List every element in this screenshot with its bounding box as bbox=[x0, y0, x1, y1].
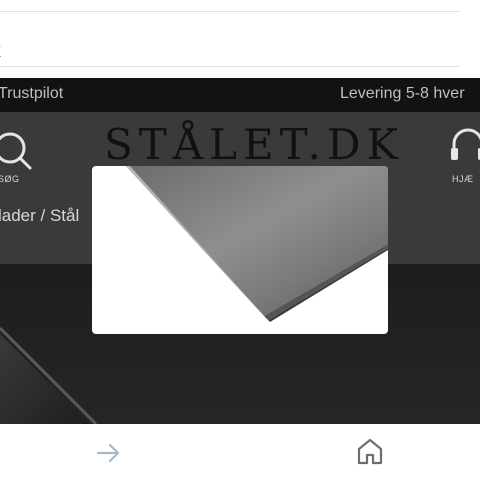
help-button[interactable] bbox=[446, 122, 480, 196]
search-icon bbox=[0, 132, 32, 170]
forward-button[interactable] bbox=[96, 440, 122, 466]
home-icon bbox=[357, 438, 383, 465]
top-info-bar: Trustpilot Levering 5-8 hver bbox=[0, 78, 480, 112]
headset-icon bbox=[451, 128, 480, 160]
url-field[interactable]: k bbox=[0, 11, 460, 67]
trustpilot-link[interactable]: Trustpilot bbox=[0, 85, 63, 103]
search-label: SØG bbox=[0, 174, 20, 184]
image-modal[interactable] bbox=[92, 166, 388, 334]
home-button[interactable] bbox=[355, 436, 385, 466]
steel-plate-image bbox=[126, 166, 388, 322]
arrow-right-icon bbox=[96, 443, 120, 463]
delivery-info: Levering 5-8 hver bbox=[340, 85, 465, 102]
address-bar: k bbox=[0, 0, 480, 78]
site-logo[interactable]: STÅLET.DK bbox=[104, 120, 404, 169]
browser-bottom-bar bbox=[0, 424, 480, 480]
search-button[interactable] bbox=[0, 128, 38, 198]
breadcrumb[interactable]: lader / Stål bbox=[0, 206, 79, 226]
help-label: HJÆ bbox=[452, 174, 474, 184]
url-text[interactable]: k bbox=[0, 40, 1, 62]
